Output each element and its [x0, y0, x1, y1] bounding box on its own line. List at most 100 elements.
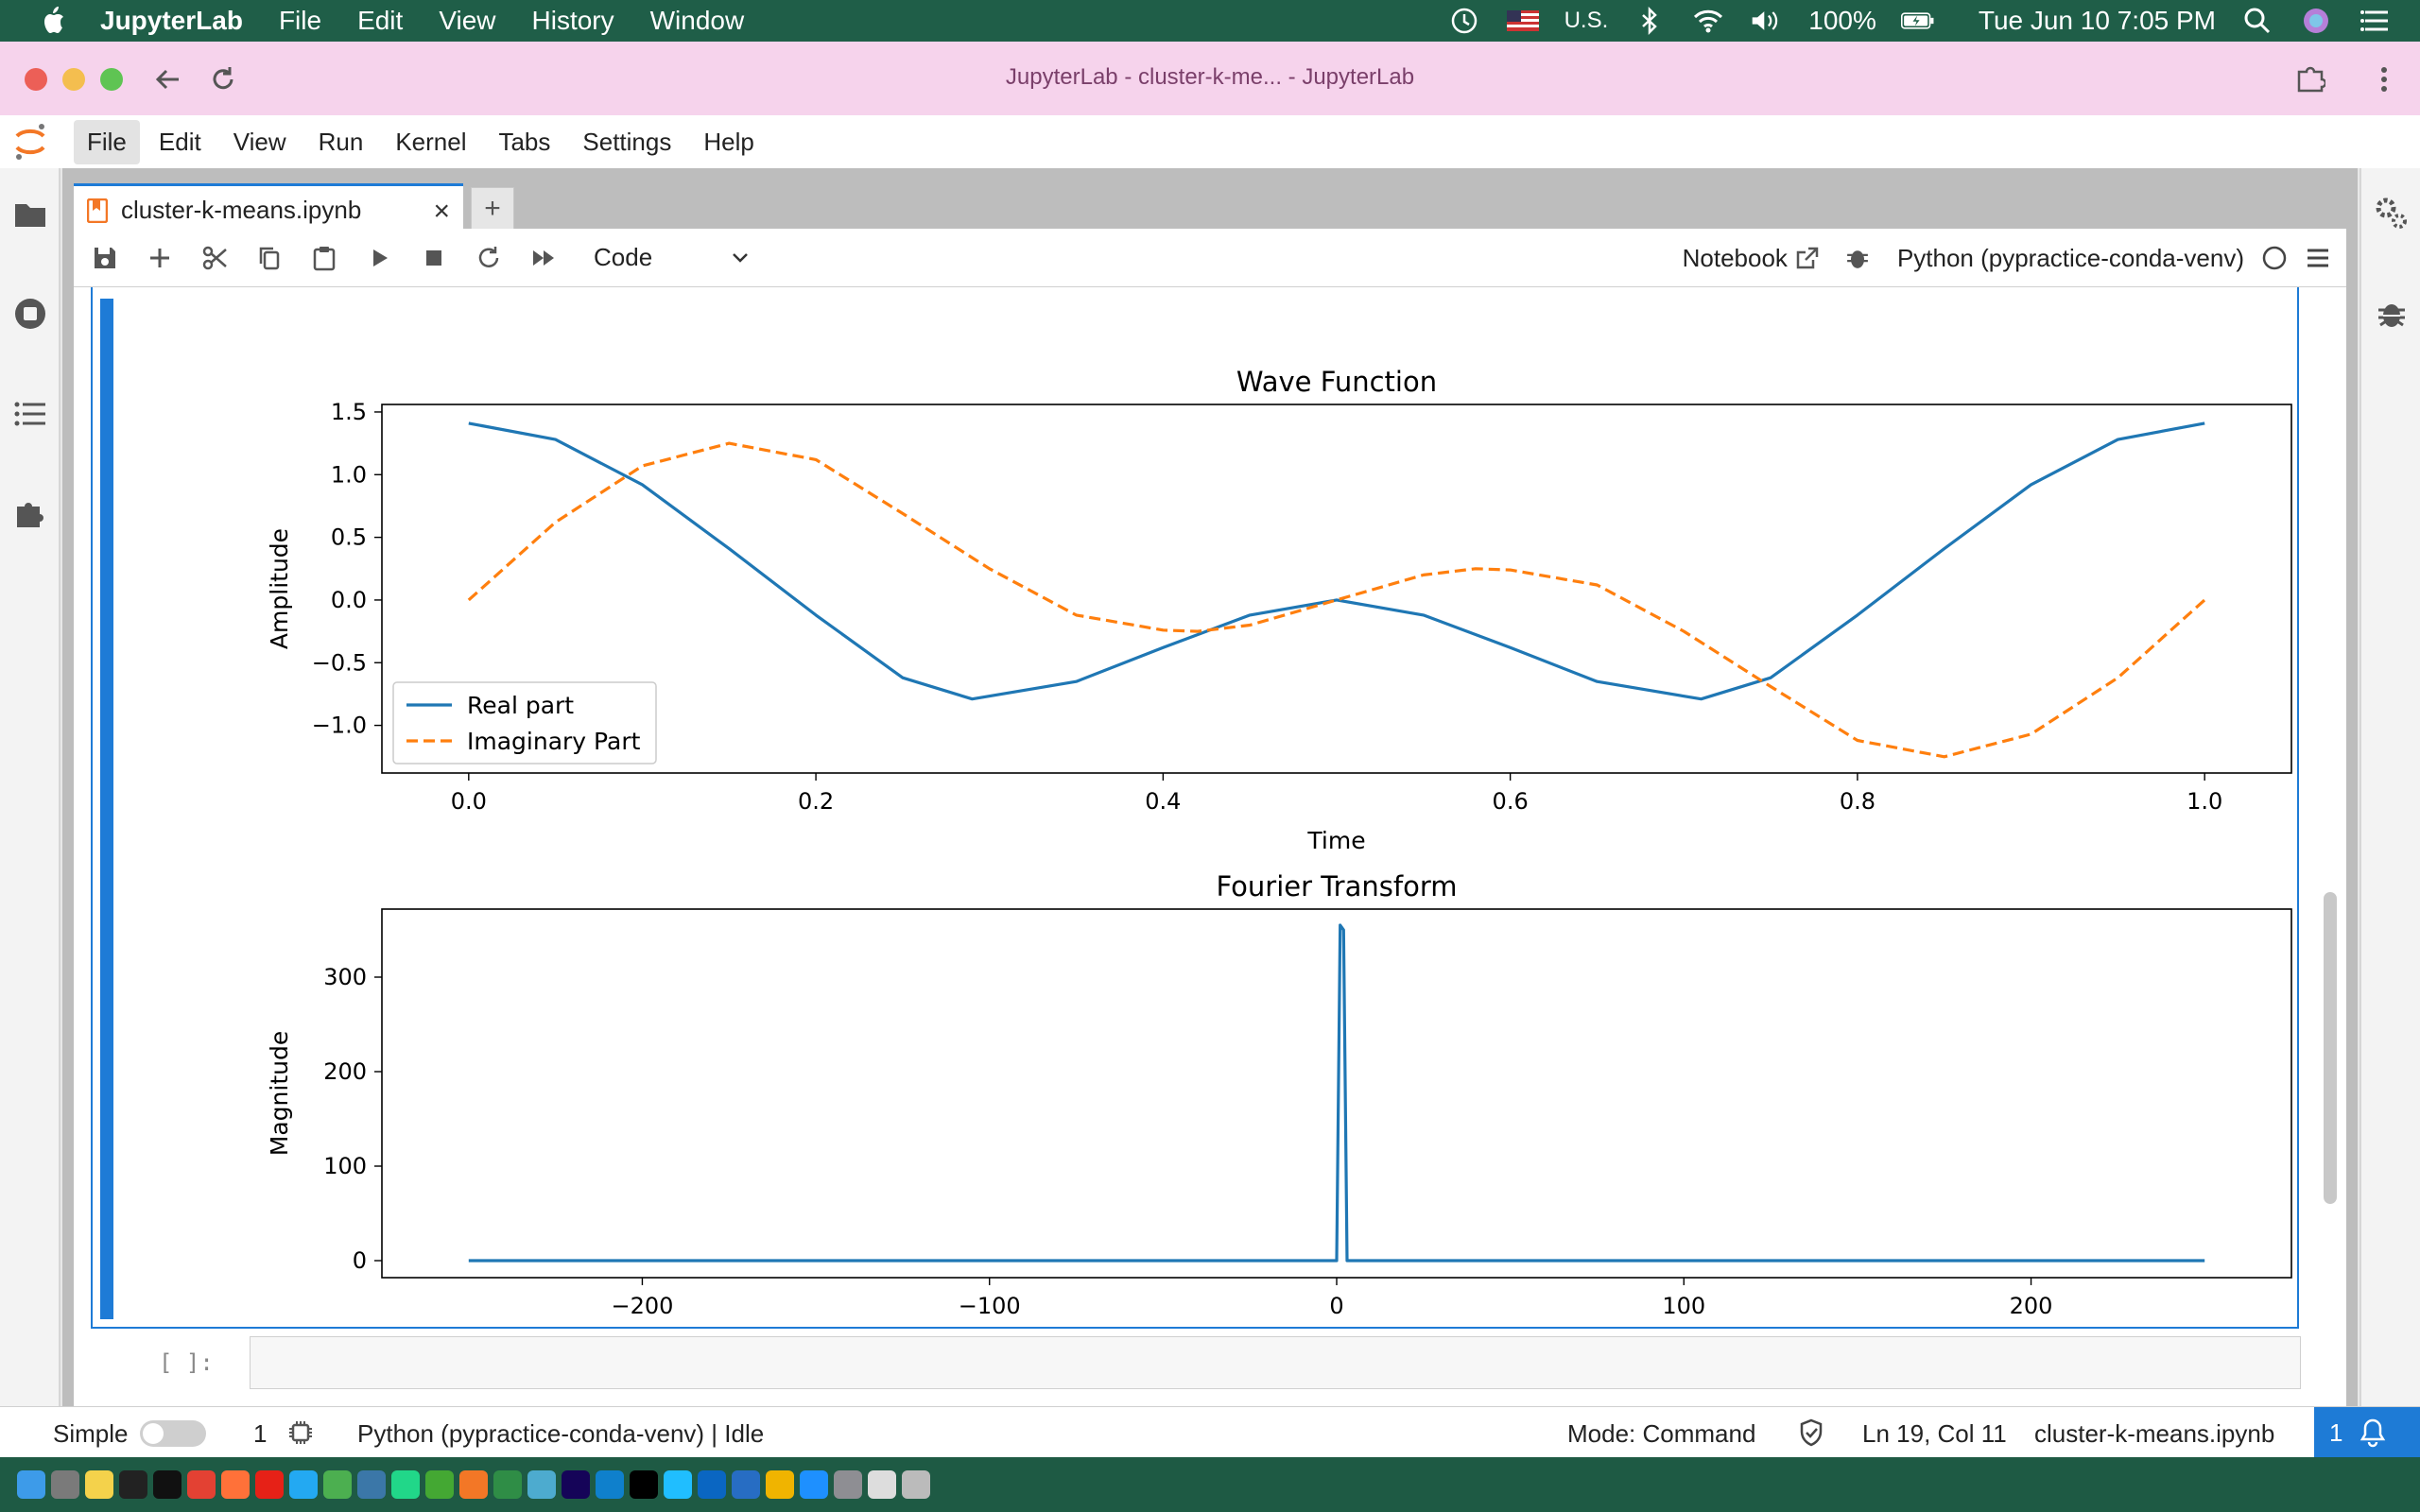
pycharm-icon[interactable]: [391, 1470, 420, 1499]
debugger-toggle-bug-icon[interactable]: [1844, 245, 1871, 271]
jupyter-logo-icon[interactable]: [11, 121, 49, 163]
jupyter-menu-edit[interactable]: Edit: [146, 120, 215, 164]
pandas-icon[interactable]: [562, 1470, 590, 1499]
trash-icon[interactable]: [902, 1470, 930, 1499]
extensions-button[interactable]: [2291, 60, 2329, 98]
menubar-item-view[interactable]: View: [439, 6, 495, 36]
notes-icon[interactable]: [85, 1470, 113, 1499]
menubar-item-file[interactable]: File: [279, 6, 321, 36]
extensions-puzzle-icon[interactable]: [13, 497, 47, 531]
browser-menu-button[interactable]: [2365, 60, 2403, 98]
chart-title-1: Wave Function: [1236, 366, 1437, 398]
interrupt-kernel-button[interactable]: [406, 234, 461, 282]
bluetooth-icon[interactable]: [1633, 7, 1667, 35]
kernel-chip-icon[interactable]: [287, 1419, 314, 1446]
jupyter-menu-file[interactable]: File: [74, 119, 140, 164]
restart-run-all-button[interactable]: [516, 234, 571, 282]
linkedin-icon[interactable]: [698, 1470, 726, 1499]
numpy-icon[interactable]: [527, 1470, 556, 1499]
kernel-status-text[interactable]: Python (pypractice-conda-venv) | Idle: [357, 1419, 764, 1449]
terminal-icon[interactable]: [153, 1470, 182, 1499]
datetime[interactable]: Tue Jun 10 7:05 PM: [1979, 6, 2216, 36]
jupyter-menu-settings[interactable]: Settings: [569, 120, 684, 164]
hamburger-menu-icon[interactable]: [2305, 245, 2331, 271]
x-tick-label: −100: [959, 1293, 1021, 1319]
x-tick-label: 0.6: [1493, 788, 1529, 815]
property-inspector-gears-icon[interactable]: [2375, 197, 2409, 231]
jupyter-menu-view[interactable]: View: [220, 120, 300, 164]
vertical-scrollbar[interactable]: [2324, 892, 2337, 1204]
jupyter-menu-bar: File Edit View Run Kernel Tabs Settings …: [0, 115, 2420, 168]
cursor-position[interactable]: Ln 19, Col 11: [1862, 1419, 2007, 1449]
insert-cell-button[interactable]: [132, 234, 187, 282]
x-tick-label: 1.0: [2187, 788, 2222, 815]
jupyter-menu-help[interactable]: Help: [690, 120, 767, 164]
jupyter-menu-kernel[interactable]: Kernel: [382, 120, 479, 164]
bell-icon: [2360, 1418, 2386, 1448]
spotlight-search-icon[interactable]: [2240, 7, 2274, 35]
jupyter-menu-tabs[interactable]: Tabs: [485, 120, 563, 164]
trusted-shield-icon[interactable]: [1798, 1418, 1824, 1447]
menubar-item-window[interactable]: Window: [650, 6, 745, 36]
jupyter-dock-icon[interactable]: [459, 1470, 488, 1499]
notifications-button[interactable]: 1: [2314, 1407, 2420, 1458]
new-launcher-button[interactable]: +: [471, 187, 514, 231]
python-icon[interactable]: [357, 1470, 386, 1499]
save-button[interactable]: [78, 234, 132, 282]
macos-menu-bar: JupyterLab File Edit View History Window…: [0, 0, 2420, 42]
w3schools-icon[interactable]: [323, 1470, 352, 1499]
siri-icon[interactable]: [2299, 7, 2333, 35]
tab-close-button[interactable]: ×: [433, 196, 450, 228]
running-kernels-icon[interactable]: [13, 297, 47, 331]
firefox-icon[interactable]: [221, 1470, 250, 1499]
medium-icon[interactable]: [630, 1470, 658, 1499]
debugger-bug-icon[interactable]: [2375, 297, 2409, 331]
status-bar: Simple 1 Python (pypractice-conda-venv) …: [0, 1406, 2420, 1458]
run-cell-button[interactable]: [352, 234, 406, 282]
geeksforgeeks-icon[interactable]: [493, 1470, 522, 1499]
menubar-item-edit[interactable]: Edit: [357, 6, 403, 36]
jupyter-menu-run[interactable]: Run: [305, 120, 377, 164]
kernel-name-button[interactable]: Python (pypractice-conda-venv): [1897, 244, 2244, 273]
terminal-count[interactable]: 1: [253, 1419, 267, 1449]
safari-icon[interactable]: [800, 1470, 828, 1499]
finder-icon[interactable]: [17, 1470, 45, 1499]
preview-icon[interactable]: [868, 1470, 896, 1499]
chrome-icon[interactable]: [187, 1470, 216, 1499]
anaconda-icon[interactable]: [425, 1470, 454, 1499]
kaggle-icon[interactable]: [664, 1470, 692, 1499]
open-in-notebook-button[interactable]: Notebook: [1683, 244, 1820, 273]
cell-type-select[interactable]: Code: [586, 237, 760, 279]
app-name[interactable]: JupyterLab: [100, 6, 243, 36]
tab-bar: cluster-k-means.ipynb × +: [74, 178, 514, 234]
cell-editor[interactable]: [250, 1336, 2301, 1389]
cut-button[interactable]: [187, 234, 242, 282]
paste-button[interactable]: [297, 234, 352, 282]
apple-icon[interactable]: [38, 4, 72, 38]
control-center-icon[interactable]: [2358, 7, 2392, 35]
battery-icon[interactable]: [1900, 7, 1935, 35]
vscode-icon[interactable]: [289, 1470, 318, 1499]
table-of-contents-icon[interactable]: [13, 397, 47, 431]
tab-notebook[interactable]: cluster-k-means.ipynb ×: [74, 183, 463, 234]
r-icon[interactable]: [732, 1470, 760, 1499]
sqlite-icon[interactable]: [596, 1470, 624, 1499]
input-source-label[interactable]: U.S.: [1564, 8, 1609, 34]
empty-code-cell[interactable]: [ ]:: [159, 1336, 2333, 1391]
wifi-icon[interactable]: [1691, 7, 1725, 35]
folder-icon[interactable]: [13, 197, 47, 231]
volume-icon[interactable]: [1750, 7, 1784, 35]
youtube-icon[interactable]: [255, 1470, 284, 1499]
menubar-item-history[interactable]: History: [532, 6, 614, 36]
battery-percentage[interactable]: 100%: [1808, 6, 1876, 36]
launchpad-icon[interactable]: [51, 1470, 79, 1499]
restart-kernel-button[interactable]: [461, 234, 516, 282]
us-flag-icon[interactable]: [1506, 7, 1540, 35]
settings-icon[interactable]: [834, 1470, 862, 1499]
simple-mode-toggle[interactable]: [140, 1420, 206, 1447]
time-machine-icon[interactable]: [1447, 7, 1481, 35]
copy-button[interactable]: [242, 234, 297, 282]
khan-icon[interactable]: [766, 1470, 794, 1499]
cell-prompt: [ ]:: [159, 1349, 214, 1376]
github-icon[interactable]: [119, 1470, 147, 1499]
